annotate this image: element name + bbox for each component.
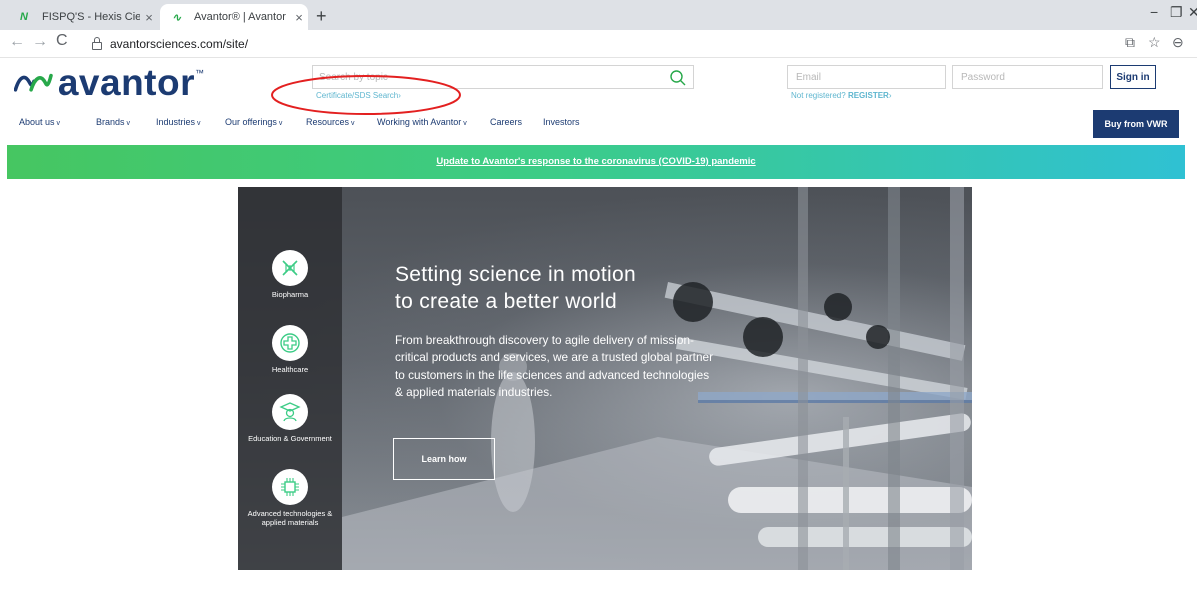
register-prompt: Not registered? REGISTER› bbox=[791, 91, 892, 100]
nav-item-label: Investors bbox=[543, 117, 580, 127]
bookmark-star-icon[interactable]: ☆ bbox=[1148, 34, 1161, 51]
tab-title: FISPQ'S - Hexis Científica bbox=[42, 11, 140, 23]
reload-icon[interactable]: C bbox=[56, 32, 68, 50]
nav-item-about-us[interactable]: About us v bbox=[19, 117, 60, 127]
buy-from-vwr-button[interactable]: Buy from VWR bbox=[1093, 110, 1179, 138]
nav-item-label: About us bbox=[19, 117, 55, 127]
browser-tab-bar: N FISPQ'S - Hexis Científica × ∿ Avantor… bbox=[0, 0, 1197, 30]
nav-item-label: Industries bbox=[156, 117, 196, 127]
industry-icon-circle bbox=[272, 469, 308, 505]
covid-update-banner-link[interactable]: Update to Avantor's response to the coro… bbox=[7, 145, 1185, 179]
lock-icon bbox=[92, 37, 102, 50]
hero-title-line-2: to create a better world bbox=[395, 290, 617, 313]
hero-description: From breakthrough discovery to agile del… bbox=[395, 333, 714, 400]
industry-healthcare[interactable]: Healthcare bbox=[238, 325, 342, 374]
search-bar bbox=[312, 65, 694, 89]
chevron-down-icon: v bbox=[278, 120, 283, 127]
nav-item-label: Careers bbox=[490, 117, 523, 127]
avantor-logo[interactable]: avantor ™ bbox=[14, 62, 204, 102]
chip-icon bbox=[281, 478, 299, 496]
industry-icon-circle bbox=[272, 394, 308, 430]
hero-title-line-1: Setting science in motion bbox=[395, 263, 636, 286]
nav-item-resources[interactable]: Resources v bbox=[306, 117, 355, 127]
minimize-icon[interactable]: − bbox=[1150, 4, 1158, 20]
register-link[interactable]: REGISTER bbox=[848, 91, 889, 100]
certificate-sds-search-link[interactable]: Certificate/SDS Search› bbox=[316, 91, 401, 100]
browser-tab-avantor[interactable]: ∿ Avantor® | Avantor × bbox=[160, 4, 308, 30]
chevron-right-icon: › bbox=[888, 91, 892, 100]
browser-tab-fispqs[interactable]: N FISPQ'S - Hexis Científica × bbox=[8, 4, 158, 30]
avantor-logo-mark-icon bbox=[14, 73, 53, 92]
back-icon[interactable]: ← bbox=[9, 33, 25, 51]
nav-item-label: Working with Avantor bbox=[377, 117, 462, 127]
profile-icon[interactable]: ⊖ bbox=[1172, 34, 1184, 51]
industry-icon-circle bbox=[272, 325, 308, 361]
hero-section: Biopharma Healthcare Education & Governm… bbox=[238, 187, 972, 570]
url-text: avantorsciences.com/site/ bbox=[110, 37, 249, 51]
tab-favicon-icon: ∿ bbox=[172, 11, 182, 24]
search-input[interactable] bbox=[319, 69, 659, 85]
tab-close-icon[interactable]: × bbox=[140, 10, 158, 25]
industry-education-government[interactable]: Education & Government bbox=[238, 394, 342, 443]
industries-sidebar: Biopharma Healthcare Education & Governm… bbox=[238, 187, 342, 570]
nav-item-label: Our offerings bbox=[225, 117, 277, 127]
tab-title: Avantor® | Avantor bbox=[194, 11, 286, 23]
window-close-icon[interactable]: ✕ bbox=[1188, 4, 1197, 21]
chevron-down-icon: v bbox=[56, 120, 61, 127]
chevron-down-icon: v bbox=[463, 120, 467, 127]
new-tab-icon[interactable]: + bbox=[316, 6, 327, 27]
browser-address-bar: ← → C avantorsciences.com/site/ ⧉ ☆ ⊖ bbox=[0, 30, 1197, 58]
medical-cross-icon bbox=[280, 333, 300, 353]
nav-item-brands[interactable]: Brands v bbox=[96, 117, 130, 127]
learn-how-button[interactable]: Learn how bbox=[393, 438, 495, 480]
password-field[interactable] bbox=[952, 65, 1103, 89]
chevron-down-icon: v bbox=[126, 120, 131, 127]
industry-icon-circle bbox=[272, 250, 308, 286]
forward-icon[interactable]: → bbox=[32, 33, 48, 51]
chevron-down-icon: v bbox=[197, 120, 201, 127]
chevron-right-icon: › bbox=[398, 91, 401, 100]
tab-close-icon[interactable]: × bbox=[290, 10, 308, 25]
industry-label: Advanced technologies & applied material… bbox=[247, 509, 333, 527]
tab-favicon-icon: N bbox=[20, 11, 28, 23]
restore-icon[interactable]: ❐ bbox=[1170, 4, 1183, 21]
dna-icon bbox=[282, 260, 298, 276]
email-field[interactable] bbox=[787, 65, 946, 89]
industry-label: Biopharma bbox=[271, 290, 309, 299]
nav-item-industries[interactable]: Industries v bbox=[156, 117, 201, 127]
nav-item-label: Brands bbox=[96, 117, 125, 127]
logo-wordmark: avantor bbox=[57, 61, 195, 103]
nav-item-careers[interactable]: Careers bbox=[490, 117, 522, 127]
industry-label: Healthcare bbox=[271, 365, 309, 374]
chevron-down-icon: v bbox=[351, 120, 355, 127]
nav-item-working-with-avantor[interactable]: Working with Avantor v bbox=[377, 117, 467, 127]
industry-advanced-technologies[interactable]: Advanced technologies & applied material… bbox=[238, 469, 342, 527]
logo-trademark: ™ bbox=[195, 68, 204, 78]
search-icon[interactable] bbox=[669, 69, 687, 87]
url-field[interactable]: avantorsciences.com/site/ bbox=[80, 33, 1105, 55]
graduate-icon bbox=[279, 402, 301, 422]
translate-icon[interactable]: ⧉ bbox=[1125, 34, 1135, 51]
industry-biopharma[interactable]: Biopharma bbox=[238, 250, 342, 299]
not-registered-text: Not registered? bbox=[791, 91, 846, 100]
sign-in-button[interactable]: Sign in bbox=[1110, 65, 1156, 89]
certificate-link-label: Certificate/SDS Search bbox=[316, 91, 399, 100]
nav-item-label: Resources bbox=[306, 117, 350, 127]
nav-item-investors[interactable]: Investors bbox=[543, 117, 580, 127]
nav-item-our-offerings[interactable]: Our offerings v bbox=[225, 117, 282, 127]
industry-label: Education & Government bbox=[248, 434, 332, 443]
